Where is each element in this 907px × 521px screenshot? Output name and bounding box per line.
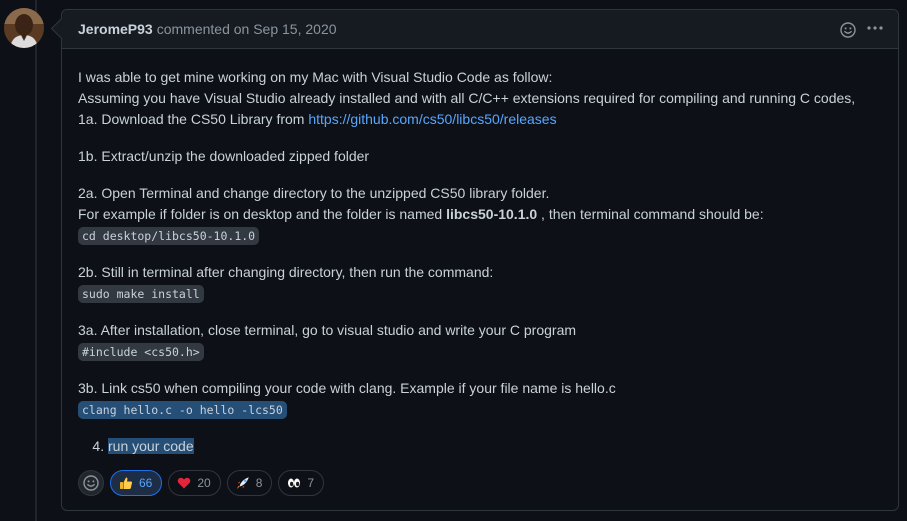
body-line: 1b. Extract/unzip the downloaded zipped … (78, 148, 370, 164)
reaction-heart[interactable]: 20 (168, 470, 221, 496)
eyes-icon (287, 476, 301, 490)
body-line: Assuming you have Visual Studio already … (78, 90, 856, 106)
reaction-eyes[interactable]: 7 (278, 470, 325, 496)
kebab-menu-icon[interactable] (866, 20, 884, 40)
body-line: 2a. Open Terminal and change directory t… (78, 185, 550, 201)
code-make-install: sudo make install (78, 285, 204, 303)
comment-author[interactable]: JeromeP93 (78, 21, 153, 37)
paragraph-step-3a: 3a. After installation, close terminal, … (78, 320, 882, 362)
smiley-icon[interactable] (840, 22, 856, 38)
reaction-count: 66 (139, 476, 153, 490)
reaction-count: 20 (197, 476, 211, 490)
comment-timestamp[interactable]: commented on Sep 15, 2020 (157, 21, 337, 37)
body-line: sudo make install (78, 283, 882, 304)
paragraph-step-3b: 3b. Link cs50 when compiling your code w… (78, 378, 882, 420)
code-clang-command: clang hello.c -o hello -lcs50 (78, 401, 287, 419)
comment-body: I was able to get mine working on my Mac… (62, 49, 898, 457)
body-line: cd desktop/libcs50-10.1.0 (78, 225, 882, 246)
reaction-thumbs-up[interactable]: 66 (110, 470, 163, 496)
reaction-count: 7 (307, 476, 315, 490)
paragraph-step-2a: 2a. Open Terminal and change directory t… (78, 183, 882, 246)
body-line: 3a. After installation, close terminal, … (78, 322, 577, 338)
body-line: clang hello.c -o hello -lcs50 (78, 399, 882, 420)
comment-header: JeromeP93 commented on Sep 15, 2020 (62, 10, 898, 49)
timeline-line (35, 0, 37, 521)
comment-container: JeromeP93 commented on Sep 15, 2020 I wa… (61, 9, 899, 511)
folder-name-bold: libcs50-10.1.0 (446, 206, 538, 222)
list-item: run your code (108, 436, 882, 457)
reaction-count: 8 (255, 476, 263, 490)
rocket-icon (236, 476, 250, 490)
body-text: For example if folder is on desktop and … (78, 206, 447, 222)
header-actions (840, 20, 884, 40)
paragraph-step-2b: 2b. Still in terminal after changing dir… (78, 262, 882, 304)
paragraph-intro: I was able to get mine working on my Mac… (78, 67, 882, 130)
body-line: For example if folder is on desktop and … (78, 204, 882, 225)
steps-list: run your code (78, 436, 882, 457)
body-line: #include <cs50.h> (78, 341, 882, 362)
avatar[interactable] (4, 8, 44, 48)
smiley-icon (83, 475, 99, 491)
body-text: , then terminal command should be: (537, 206, 764, 222)
reaction-rocket[interactable]: 8 (226, 470, 273, 496)
list-item-text: run your code (108, 438, 194, 454)
body-line: 3b. Link cs50 when compiling your code w… (78, 380, 616, 396)
paragraph-step-1b: 1b. Extract/unzip the downloaded zipped … (78, 146, 882, 167)
heart-icon (177, 476, 191, 490)
body-line: 1a. Download the CS50 Library from https… (78, 109, 882, 130)
body-line: I was able to get mine working on my Mac… (78, 69, 553, 85)
avatar-image (4, 8, 44, 48)
body-text: 1a. Download the CS50 Library from (78, 111, 309, 127)
cs50-releases-link[interactable]: https://github.com/cs50/libcs50/releases (308, 111, 556, 127)
reactions-bar: 66 20 8 7 (78, 470, 325, 496)
code-cd-command: cd desktop/libcs50-10.1.0 (78, 227, 260, 245)
add-reaction-button[interactable] (78, 470, 104, 496)
body-line: 2b. Still in terminal after changing dir… (78, 264, 494, 280)
thumbs-up-icon (119, 476, 133, 490)
code-include: #include <cs50.h> (78, 343, 204, 361)
